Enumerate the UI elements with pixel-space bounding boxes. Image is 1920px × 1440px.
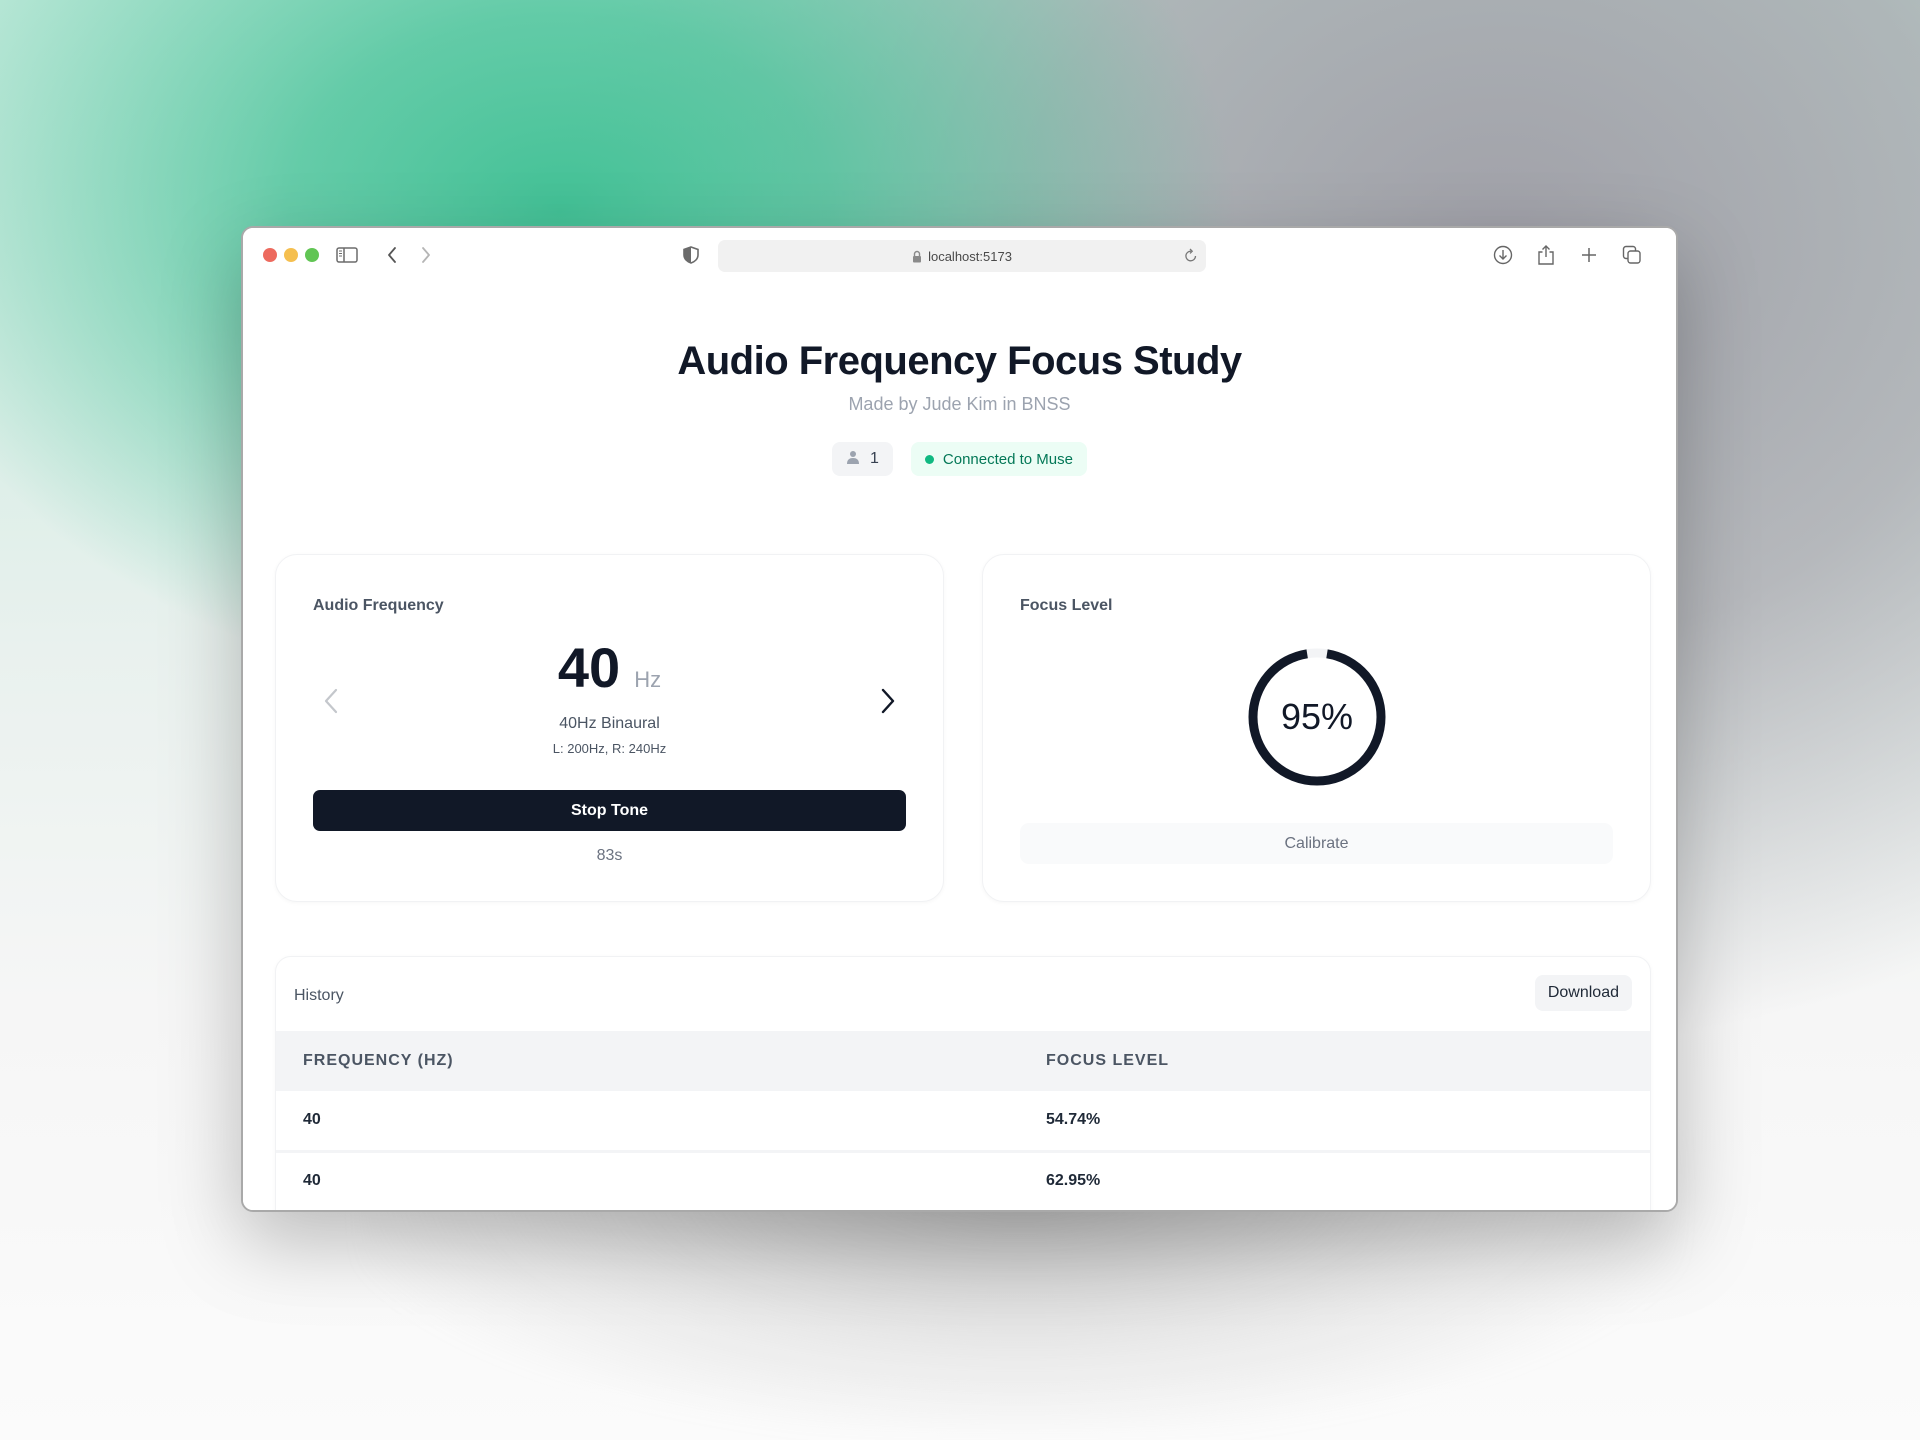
user-icon xyxy=(846,450,860,469)
cell-frequency: 40 xyxy=(276,1151,1019,1210)
history-card: History Download FREQUENCY (HZ) FOCUS LE… xyxy=(275,956,1651,1210)
calibrate-button[interactable]: Calibrate xyxy=(1020,823,1613,864)
cell-focus-level: 62.95% xyxy=(1019,1151,1650,1210)
frequency-preset-name: 40Hz Binaural xyxy=(559,715,660,732)
stop-tone-button[interactable]: Stop Tone xyxy=(313,790,906,831)
history-label: History xyxy=(294,987,344,1004)
minimize-window-button[interactable] xyxy=(284,248,298,262)
address-bar[interactable]: localhost:5173 xyxy=(718,240,1206,272)
table-row: 40 54.74% xyxy=(276,1091,1650,1153)
chevron-right-icon xyxy=(881,688,895,714)
frequency-value: 40 xyxy=(557,636,621,699)
page-title: Audio Frequency Focus Study xyxy=(677,339,1242,383)
table-row: 40 62.95% xyxy=(276,1151,1650,1210)
column-header-focus-level: FOCUS LEVEL xyxy=(1019,1031,1650,1091)
cell-focus-level: 54.74% xyxy=(1019,1091,1650,1153)
connection-status-badge: Connected to Muse xyxy=(910,442,1087,476)
channel-frequencies: L: 200Hz, R: 240Hz xyxy=(552,741,667,756)
audio-frequency-label: Audio Frequency xyxy=(313,597,444,614)
share-icon[interactable] xyxy=(1534,243,1558,267)
frequency-display: 40 Hz xyxy=(276,635,943,700)
audio-frequency-card: Audio Frequency 40 Hz 40Hz Binaural L: 20… xyxy=(275,554,944,902)
page-subtitle: Made by Jude Kim in BNSS xyxy=(848,394,1071,414)
reload-icon[interactable] xyxy=(1184,247,1198,266)
shield-icon[interactable] xyxy=(679,243,703,267)
page-content: Audio Frequency Focus Study Made by Jude… xyxy=(243,284,1676,1210)
frequency-unit: Hz xyxy=(634,667,662,692)
sidebar-icon[interactable] xyxy=(335,243,359,267)
download-icon[interactable] xyxy=(1491,243,1515,267)
tabs-overview-icon[interactable] xyxy=(1620,243,1644,267)
focus-level-percent: 95% xyxy=(1280,696,1354,737)
download-button[interactable]: Download xyxy=(1534,975,1632,1011)
column-header-frequency: FREQUENCY (HZ) xyxy=(276,1031,1019,1091)
maximize-window-button[interactable] xyxy=(305,248,319,262)
table-header-row: FREQUENCY (HZ) FOCUS LEVEL xyxy=(276,1031,1650,1091)
focus-level-label: Focus Level xyxy=(1020,597,1113,614)
lock-icon xyxy=(912,250,922,263)
url-text: localhost:5173 xyxy=(928,248,1012,264)
elapsed-time: 83s xyxy=(596,847,623,864)
browser-window: localhost:5173 Audio Frequency Focus Stu… xyxy=(241,226,1678,1212)
chevron-right-icon[interactable] xyxy=(414,243,438,267)
chevron-left-icon[interactable] xyxy=(380,243,404,267)
browser-toolbar: localhost:5173 xyxy=(243,228,1676,284)
status-dot-icon xyxy=(924,454,934,464)
user-count-badge: 1 xyxy=(832,442,893,476)
plus-icon[interactable] xyxy=(1577,243,1601,267)
cell-frequency: 40 xyxy=(276,1091,1019,1153)
user-count: 1 xyxy=(870,450,879,467)
status-badges: 1 Connected to Muse xyxy=(243,442,1676,476)
close-window-button[interactable] xyxy=(263,248,277,262)
focus-level-card: Focus Level 95% Calibrate xyxy=(982,554,1651,902)
history-table: FREQUENCY (HZ) FOCUS LEVEL 40 54.74% 40 … xyxy=(276,1031,1650,1210)
connection-status-text: Connected to Muse xyxy=(942,450,1073,468)
